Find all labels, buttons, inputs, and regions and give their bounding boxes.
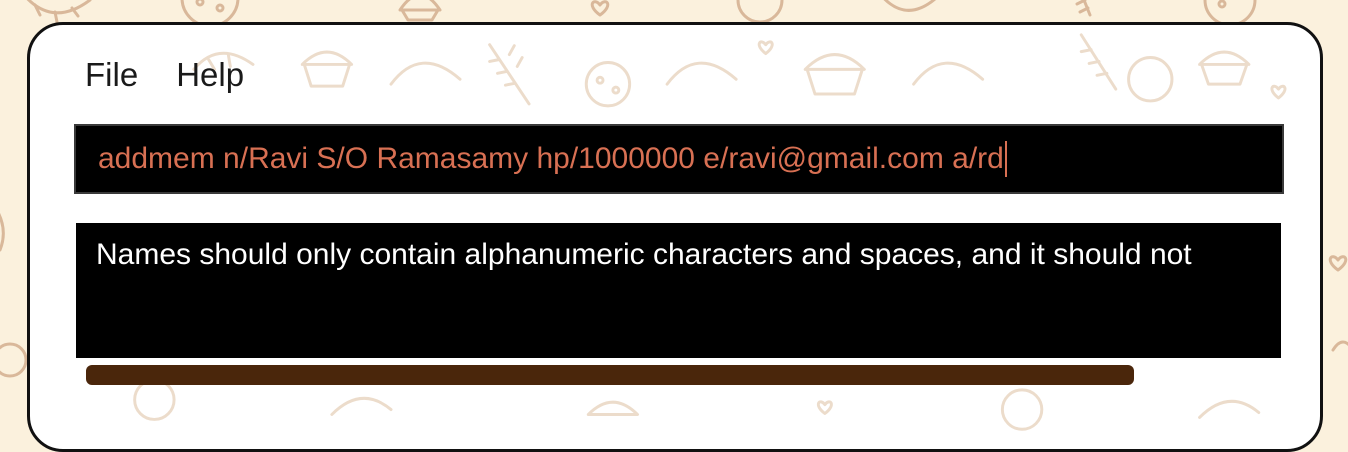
result-display: Names should only contain alphanumeric c… <box>76 223 1281 358</box>
heart-icon <box>590 0 610 17</box>
heart-icon <box>1328 255 1348 272</box>
main-window: File Help addmem n/Ravi S/O Ramasamy hp/… <box>27 22 1323 452</box>
muffin-icon <box>1331 340 1348 352</box>
wheat-icon <box>488 43 531 106</box>
croissant-icon <box>665 61 738 86</box>
croissant-icon <box>1198 399 1261 419</box>
heart-icon <box>757 40 774 56</box>
menu-bar: File Help <box>85 58 244 91</box>
wheat-icon <box>1075 0 1092 17</box>
muffin-icon <box>803 53 866 96</box>
croissant-icon <box>26 0 92 24</box>
cookie-icon <box>584 60 632 108</box>
text-caret <box>1004 141 1007 177</box>
heart-icon <box>816 400 833 415</box>
menu-file[interactable]: File <box>85 58 138 91</box>
command-box[interactable]: addmem n/Ravi S/O Ramasamy hp/1000000 e/… <box>74 124 1284 194</box>
croissant-icon <box>389 61 462 86</box>
croissant-icon <box>0 213 5 252</box>
command-input[interactable]: addmem n/Ravi S/O Ramasamy hp/1000000 e/… <box>98 142 1004 176</box>
menu-help[interactable]: Help <box>176 58 244 91</box>
muffin-icon <box>398 0 442 22</box>
heart-icon <box>1270 84 1287 100</box>
result-message: Names should only contain alphanumeric c… <box>96 238 1192 271</box>
cookie-icon <box>736 0 784 24</box>
wheat-icon <box>1079 33 1118 91</box>
croissant-icon <box>883 0 937 12</box>
muffin-icon <box>300 50 354 88</box>
croissant-icon <box>912 61 985 86</box>
result-scrollbar[interactable] <box>86 365 1134 385</box>
croissant-icon <box>330 396 393 416</box>
muffin-icon <box>1198 50 1251 86</box>
cookie-icon <box>0 342 28 378</box>
cookie-icon <box>1000 388 1044 431</box>
muffin-icon <box>586 400 640 416</box>
cookie-icon <box>1127 56 1174 103</box>
